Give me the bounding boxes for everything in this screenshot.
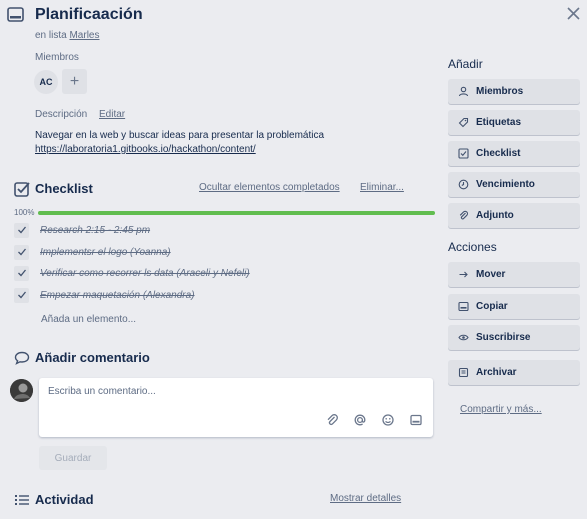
- checklist-icon: [14, 181, 30, 197]
- description-label: Descripción: [35, 109, 88, 120]
- member-avatar[interactable]: AC: [34, 70, 58, 94]
- checkbox-checked[interactable]: [14, 222, 29, 238]
- hide-completed-link[interactable]: Ocultar elementos completados: [199, 182, 340, 193]
- comment-icon: [14, 351, 30, 365]
- members-label: Miembros: [35, 52, 79, 63]
- subscribe-button[interactable]: Suscribirse: [448, 325, 580, 350]
- due-date-button-label: Vencimiento: [476, 179, 535, 190]
- copy-button-label: Copiar: [476, 301, 508, 312]
- actions-section-title: Acciones: [448, 240, 497, 254]
- arrow-right-icon: [459, 271, 468, 278]
- move-button[interactable]: Mover: [448, 262, 580, 287]
- checklist-item-text[interactable]: Implementsr el logo (Yoanna): [40, 247, 171, 258]
- in-list-text: en lista Marles: [35, 30, 99, 41]
- share-more-link[interactable]: Compartir y más...: [460, 404, 542, 415]
- checkbox-checked[interactable]: [14, 287, 29, 303]
- checklist-item[interactable]: Implementsr el logo (Yoanna): [14, 242, 434, 262]
- comment-toolbar: [325, 413, 423, 427]
- add-checklist-item[interactable]: Añada un elemento...: [41, 314, 136, 325]
- add-section-title: Añadir: [448, 57, 483, 71]
- add-comment-title: Añadir comentario: [35, 350, 150, 365]
- subscribe-button-label: Suscribirse: [476, 332, 531, 343]
- edit-description-link[interactable]: Editar: [99, 109, 125, 120]
- paperclip-icon: [459, 210, 469, 220]
- attachment-button-label: Adjunto: [476, 210, 514, 221]
- checklist-item[interactable]: Empezar maquetación (Alexandra): [14, 285, 434, 305]
- checklist-item-text[interactable]: Empezar maquetación (Alexandra): [40, 290, 195, 301]
- activity-title: Actividad: [35, 492, 94, 507]
- card-icon: [458, 301, 469, 312]
- clock-icon: [458, 179, 469, 190]
- members-button-label: Miembros: [476, 86, 524, 97]
- description-body: Navegar en la web y buscar ideas para pr…: [35, 130, 325, 141]
- labels-button[interactable]: Etiquetas: [448, 110, 580, 135]
- checklist-title: Checklist: [35, 181, 93, 196]
- checkbox-checked[interactable]: [14, 244, 29, 260]
- due-date-button[interactable]: Vencimiento: [448, 172, 580, 197]
- checkbox-icon: [458, 148, 469, 159]
- copy-button[interactable]: Copiar: [448, 294, 580, 319]
- card-title[interactable]: Planificaación: [35, 6, 143, 24]
- user-avatar[interactable]: [10, 379, 33, 402]
- in-list-prefix: en lista: [35, 30, 67, 41]
- archive-button[interactable]: Archivar: [448, 360, 580, 385]
- checklist-button-label: Checklist: [476, 148, 521, 159]
- save-comment-button[interactable]: Guardar: [39, 446, 107, 470]
- comment-placeholder: Escriba un comentario...: [48, 386, 156, 397]
- description-url-link[interactable]: https://laboratoria1.gitbooks.io/hackath…: [35, 143, 425, 157]
- delete-checklist-link[interactable]: Eliminar...: [360, 182, 404, 193]
- card-icon: [7, 7, 24, 22]
- checklist-item-text[interactable]: Verificar como recorrer ls data (Araceli…: [40, 268, 250, 279]
- attachment-icon[interactable]: [325, 413, 339, 427]
- archive-button-label: Archivar: [476, 367, 517, 378]
- add-member-button[interactable]: +: [62, 69, 87, 94]
- progress-bar: [38, 211, 435, 215]
- comment-input[interactable]: Escriba un comentario...: [39, 378, 433, 437]
- list-name-link[interactable]: Marles: [69, 30, 99, 41]
- checklist-button[interactable]: Checklist: [448, 141, 580, 166]
- card-attach-icon[interactable]: [409, 413, 423, 427]
- progress-percent: 100%: [14, 208, 35, 217]
- archive-icon: [458, 367, 469, 378]
- checklist-item[interactable]: Research 2:15 - 2:45 pm: [14, 220, 434, 240]
- members-button[interactable]: Miembros: [448, 79, 580, 104]
- close-icon[interactable]: [566, 6, 581, 21]
- mention-icon[interactable]: [353, 413, 367, 427]
- checklist-item-text[interactable]: Research 2:15 - 2:45 pm: [40, 225, 150, 236]
- show-details-link[interactable]: Mostrar detalles: [330, 493, 401, 504]
- labels-button-label: Etiquetas: [476, 117, 522, 128]
- tag-icon: [458, 117, 469, 128]
- checkbox-checked[interactable]: [14, 265, 29, 281]
- description-text: Navegar en la web y buscar ideas para pr…: [35, 129, 425, 157]
- emoji-icon[interactable]: [381, 413, 395, 427]
- attachment-button[interactable]: Adjunto: [448, 203, 580, 228]
- progress-fill: [38, 211, 435, 215]
- eye-icon: [458, 334, 469, 341]
- person-icon: [458, 86, 469, 97]
- activity-icon: [14, 493, 30, 507]
- checklist-item[interactable]: Verificar como recorrer ls data (Araceli…: [14, 263, 434, 283]
- move-button-label: Mover: [476, 269, 506, 280]
